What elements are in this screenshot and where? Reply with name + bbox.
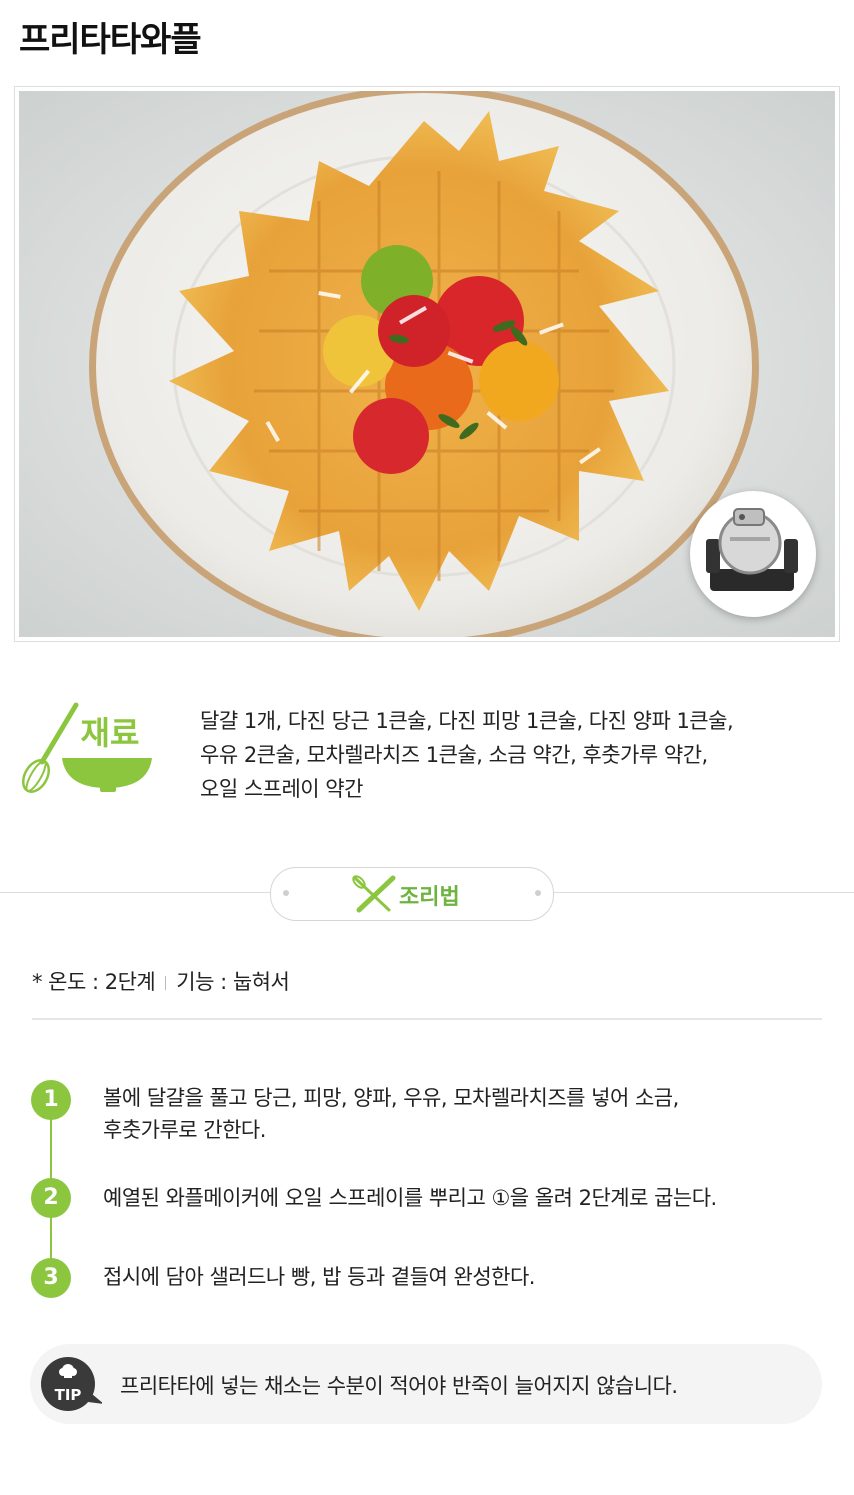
ingredients-heading-icon: 재료 [18, 700, 158, 795]
whisk-icon [21, 702, 79, 793]
tip-box: TIP 프리타타에 넣는 채소는 수분이 적어야 반죽이 늘어지지 않습니다. [30, 1344, 822, 1424]
ingredients-line: 오일 스프레이 약간 [200, 777, 363, 801]
step-3-text: 접시에 담아 샐러드나 빵, 밥 등과 곁들여 완성한다. [103, 1261, 803, 1293]
ingredients-line: 우유 2큰술, 모차렐라치즈 1큰술, 소금 약간, 후춧가루 약간, [200, 743, 708, 767]
ingredients-list: 달걀 1개, 다진 당근 1큰술, 다진 피망 1큰술, 다진 양파 1큰술, … [200, 704, 800, 806]
step-line: 예열된 와플메이커에 오일 스프레이를 뿌리고 ①을 올려 2단계로 굽는다. [103, 1186, 717, 1210]
tip-text: 프리타타에 넣는 채소는 수분이 적어야 반죽이 늘어지지 않습니다. [120, 1374, 678, 1398]
badge-dot [535, 890, 541, 896]
tip-icon: TIP [41, 1357, 102, 1411]
badge-dot [283, 890, 289, 896]
step-1-text: 볼에 달걀을 풀고 당근, 피망, 양파, 우유, 모차렐라치즈를 넣어 소금,… [103, 1082, 803, 1146]
settings-divider [32, 1018, 822, 1020]
ingredients-heading: 재료 [81, 714, 140, 752]
waffle-maker-icon [706, 508, 798, 591]
temperature-setting: * 온도 : 2단계 [32, 970, 156, 994]
cooking-settings: * 온도 : 2단계 기능 : 눕혀서 [32, 966, 290, 996]
bowl-icon [62, 758, 152, 788]
waffle-maker-product-badge [690, 491, 816, 617]
step-line: 후춧가루로 간한다. [103, 1118, 266, 1142]
tip-label: TIP [55, 1386, 82, 1404]
function-setting: 기능 : 눕혀서 [176, 970, 290, 994]
page-title: 프리타타와플 [19, 20, 202, 60]
whisk-knife-icon [352, 875, 396, 913]
method-heading-badge: 조리법 [270, 867, 554, 921]
step-line: 볼에 달걀을 풀고 당근, 피망, 양파, 우유, 모차렐라치즈를 넣어 소금, [103, 1086, 679, 1110]
step-number-1: 1 [31, 1080, 71, 1120]
step-number-2: 2 [31, 1178, 71, 1218]
settings-separator [165, 976, 167, 990]
step-number-3: 3 [31, 1258, 71, 1298]
step-2-text: 예열된 와플메이커에 오일 스프레이를 뿌리고 ①을 올려 2단계로 굽는다. [103, 1182, 803, 1214]
ingredients-line: 달걀 1개, 다진 당근 1큰술, 다진 피망 1큰술, 다진 양파 1큰술, [200, 709, 734, 733]
method-heading: 조리법 [399, 885, 460, 910]
step-line: 접시에 담아 샐러드나 빵, 밥 등과 곁들여 완성한다. [103, 1265, 535, 1289]
